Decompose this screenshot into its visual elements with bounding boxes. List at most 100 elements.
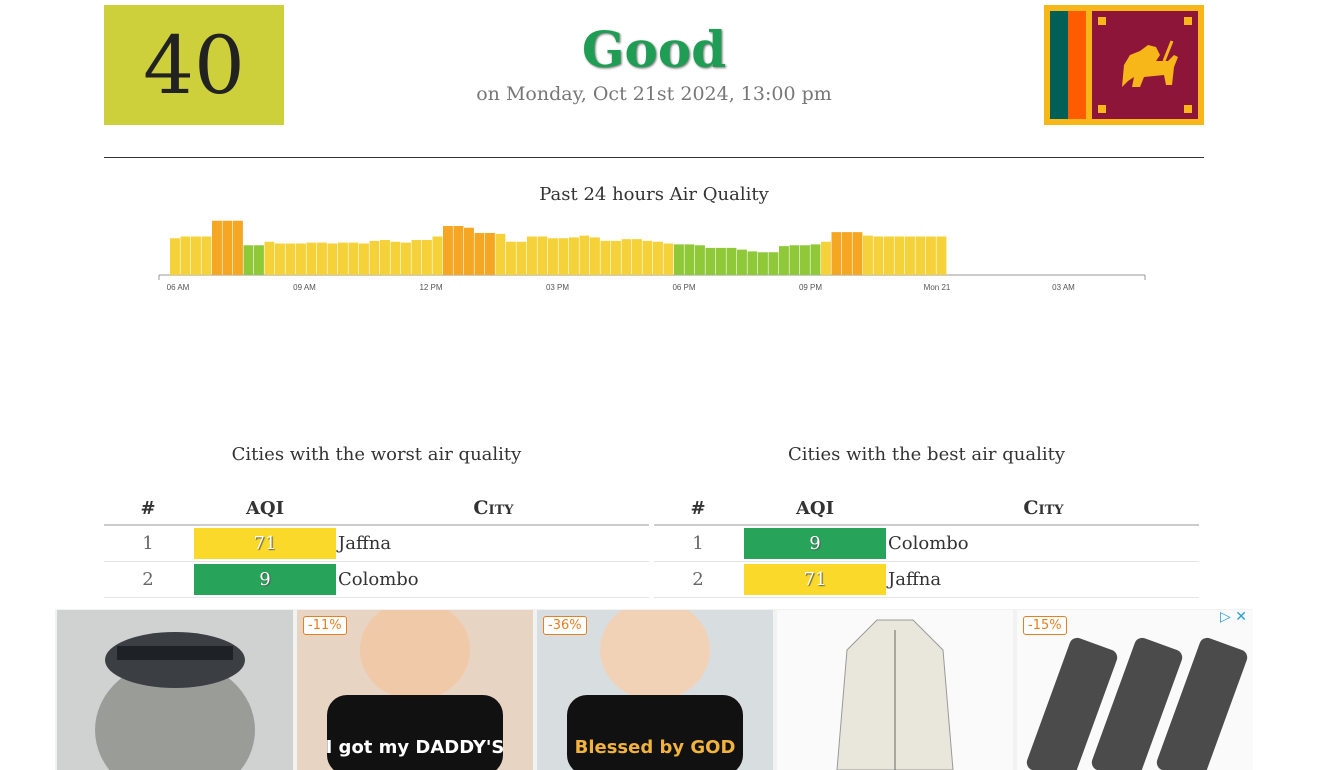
best-title: Cities with the best air quality [788, 444, 1065, 465]
ad-banner[interactable]: -11% I got my DADDY'S -36% Blessed by GO… [55, 609, 1253, 770]
table-row[interactable]: 1 71 Jaffna [104, 525, 649, 562]
rank-cell: 2 [104, 561, 192, 598]
cat-image-icon [95, 632, 255, 770]
chart-bar [642, 240, 653, 275]
chart-bar [653, 241, 663, 275]
chart-bar [852, 232, 863, 275]
ad-caption: Blessed by GOD [574, 737, 736, 758]
divider [104, 157, 1204, 158]
chart-bar [548, 238, 558, 275]
chart-plot: 06 AM 09 AM 12 PM 03 PM 06 PM 09 PM Mon 21 03 A… [158, 220, 1146, 292]
chart-bar [254, 245, 264, 275]
worst-table: # AQI City 1 71 Jaffna 2 9 Colombo [104, 492, 649, 598]
chart-bar [296, 243, 306, 275]
chart-bar [243, 245, 254, 275]
rank-header: # [104, 492, 192, 526]
chart-bar [716, 247, 726, 275]
chart-bar [600, 240, 611, 275]
rank-cell: 2 [654, 561, 742, 598]
chart-bar [894, 236, 905, 275]
chart-bar [621, 239, 632, 275]
chart-bar [905, 236, 915, 275]
chart-bar [632, 239, 642, 275]
chart-bar [789, 245, 800, 275]
chart-bar [432, 236, 443, 275]
aqi-badge: 71 [194, 528, 336, 559]
chart-bar [684, 244, 695, 275]
city-header: City [338, 492, 649, 526]
chart-bar [831, 232, 842, 275]
chart-bar [590, 237, 600, 275]
chart-bar [411, 240, 422, 275]
ad-tile[interactable] [777, 610, 1013, 770]
x-tick-label: 12 PM [419, 283, 442, 292]
chart-bar [212, 220, 222, 275]
chart-bar [170, 238, 180, 275]
chart-bar [317, 242, 327, 275]
ad-choices-icon[interactable]: ▷ ✕ [1220, 609, 1247, 625]
chart-bar [222, 220, 233, 275]
chart-bar [527, 236, 537, 275]
table-row[interactable]: 2 9 Colombo [104, 561, 649, 598]
chart-bar [369, 240, 380, 275]
chart-bar [264, 241, 275, 275]
discount-badge: -36% [543, 616, 587, 635]
chart-bar [674, 244, 684, 275]
chart-bar [327, 243, 338, 275]
ad-tile[interactable]: -11% I got my DADDY'S [297, 610, 533, 770]
aqi-history-chart: Past 24 hours Air Quality 06 AM 09 AM 12 P… [104, 180, 1204, 300]
sri-lanka-flag-icon [1044, 5, 1204, 125]
best-table: # AQI City 1 9 Colombo 2 71 Jaffna [654, 492, 1199, 598]
chart-bar [705, 247, 716, 275]
city-link[interactable]: Jaffna [888, 561, 1199, 598]
aqi-badge: 9 [194, 564, 336, 595]
chart-bar [506, 241, 516, 275]
city-link[interactable]: Colombo [888, 525, 1199, 562]
chart-bar [695, 245, 705, 275]
chart-bar [338, 242, 348, 275]
x-tick-label: Mon 21 [924, 283, 951, 292]
aqi-status: Good [581, 20, 727, 79]
chart-bar [758, 252, 768, 275]
best-panel: Cities with the best air quality # AQI C… [654, 440, 1199, 598]
x-tick-label: 03 AM [1052, 283, 1075, 292]
chart-bar [380, 240, 390, 275]
ad-tile[interactable]: -36% Blessed by GOD [537, 610, 773, 770]
table-row[interactable]: 1 9 Colombo [654, 525, 1199, 562]
worst-title: Cities with the worst air quality [231, 444, 522, 465]
chart-bar [569, 237, 579, 275]
chart-bar [485, 233, 495, 275]
chart-bar [453, 226, 464, 275]
ad-tile[interactable] [57, 610, 293, 770]
chart-bar [180, 236, 191, 275]
aqi-header: AQI [742, 492, 888, 526]
chart-bar [443, 226, 453, 275]
chart-bar [863, 235, 873, 275]
x-tick-label: 06 AM [167, 283, 190, 292]
chart-bar [474, 233, 485, 275]
city-link[interactable]: Jaffna [338, 525, 649, 562]
chart-bar [348, 242, 359, 275]
chart-bar [233, 220, 243, 275]
chart-bar [800, 245, 810, 275]
x-tick-label: 03 PM [546, 283, 569, 292]
chart-bar [516, 241, 527, 275]
chart-bar [558, 238, 569, 275]
chart-bar [726, 247, 737, 275]
city-link[interactable]: Colombo [338, 561, 649, 598]
chart-bar [401, 242, 411, 275]
chart-bar [779, 246, 789, 275]
discount-badge: -11% [303, 616, 347, 635]
x-tick-label: 06 PM [672, 283, 695, 292]
rank-cell: 1 [654, 525, 742, 562]
chart-bar [275, 243, 285, 275]
x-tick-label: 09 AM [293, 283, 316, 292]
ad-tile[interactable]: -15% [1017, 610, 1253, 770]
chart-bar [611, 240, 621, 275]
table-row[interactable]: 2 71 Jaffna [654, 561, 1199, 598]
chart-bar [306, 242, 317, 275]
chart-bar [422, 240, 432, 275]
chart-bar [464, 227, 474, 275]
jacket-image-icon [836, 619, 954, 770]
chart-bar [191, 236, 201, 275]
